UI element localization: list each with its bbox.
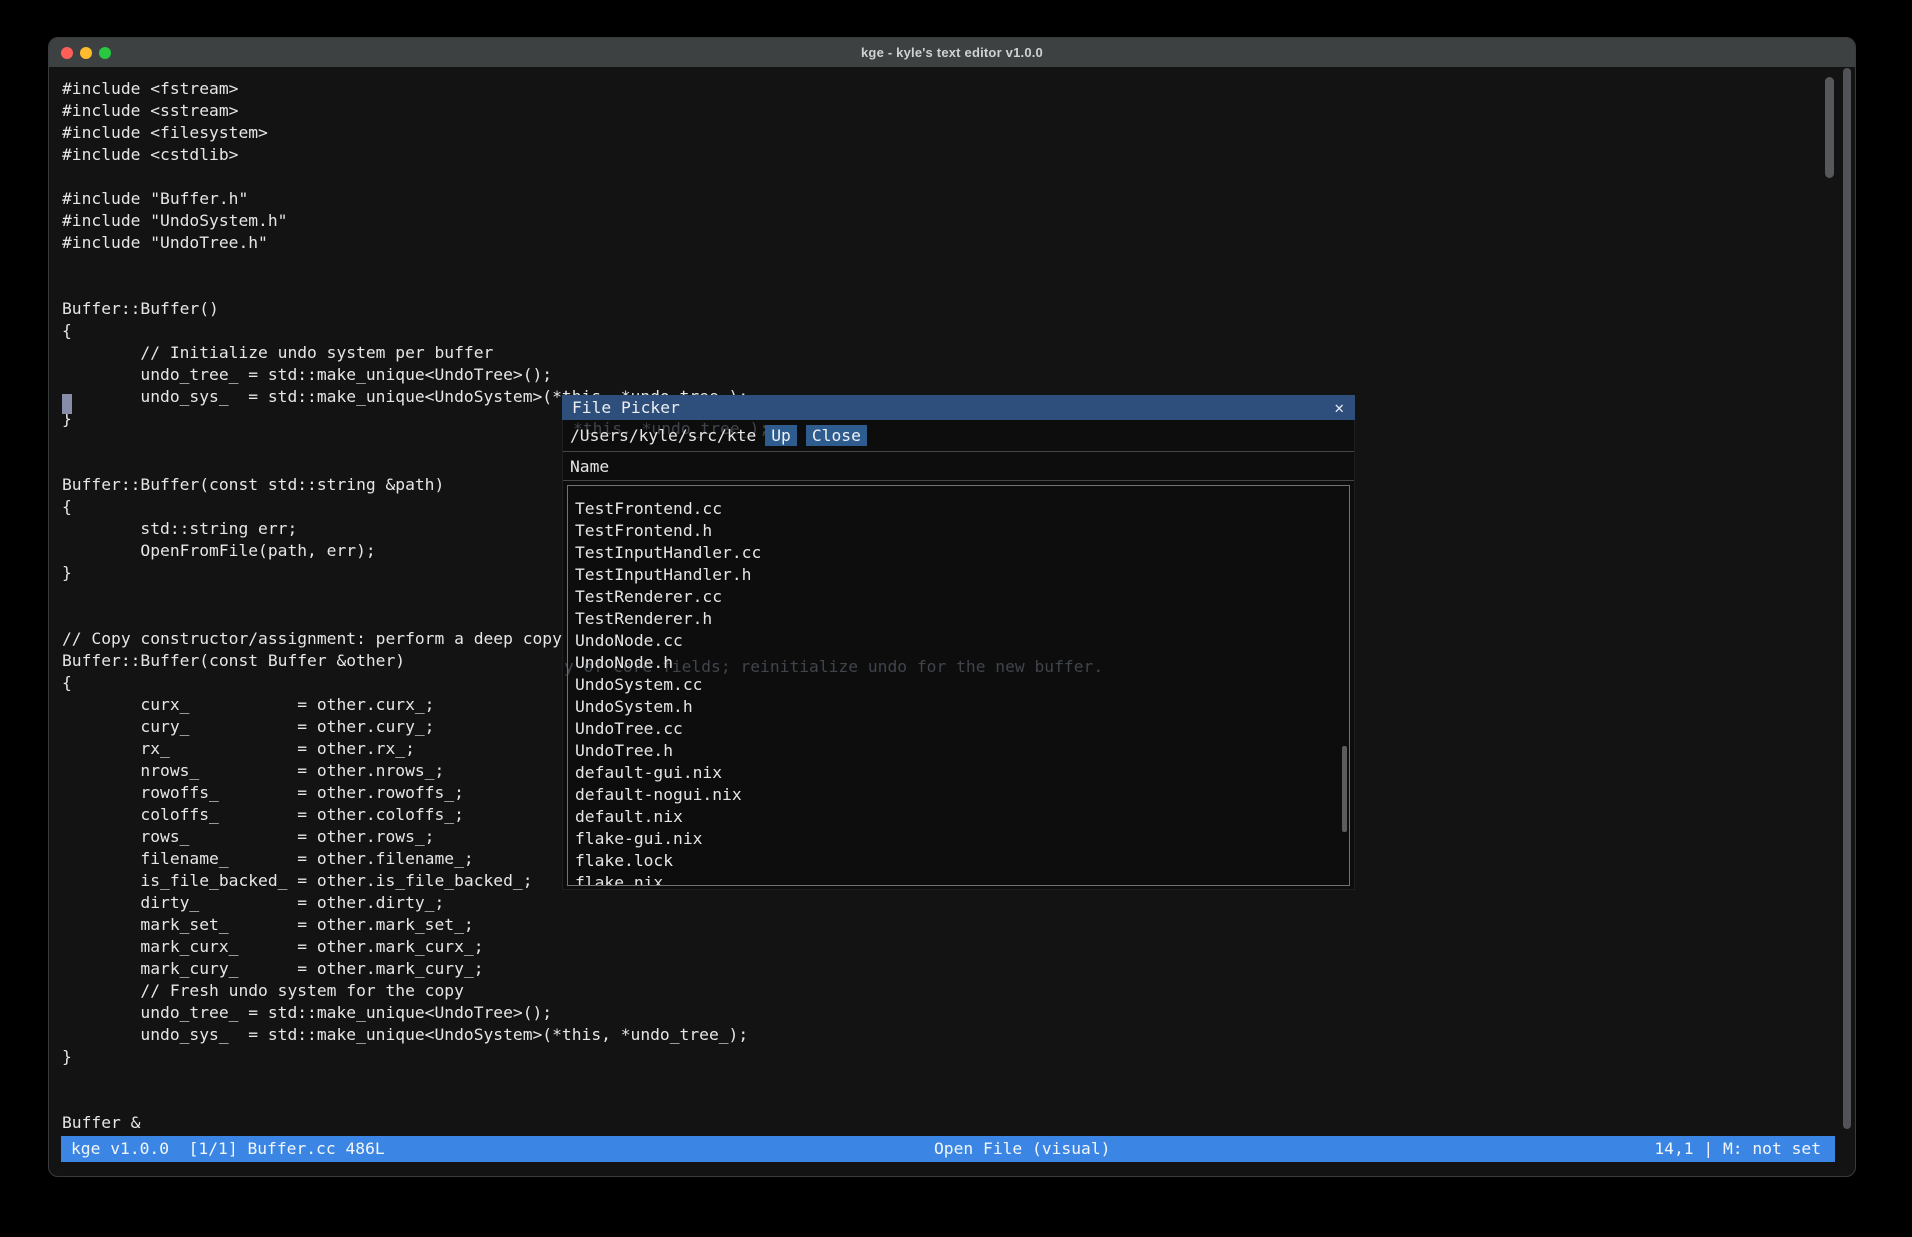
list-item[interactable]: default-nogui.nix — [575, 784, 1349, 806]
path-row: /Users/kyle/src/kte Up Close — [570, 421, 1346, 449]
current-path: /Users/kyle/src/kte — [570, 426, 756, 445]
list-item[interactable]: TestInputHandler.h — [575, 564, 1349, 586]
list-item[interactable]: UndoNode.cc — [575, 630, 1349, 652]
list-item[interactable]: UndoTree.h — [575, 740, 1349, 762]
status-cursor-info: 14,1 | M: not set — [1654, 1136, 1821, 1162]
app-window: kge - kyle's text editor v1.0.0 #include… — [48, 37, 1856, 1177]
close-button[interactable]: Close — [806, 425, 867, 446]
list-item[interactable]: TestFrontend.h — [575, 520, 1349, 542]
list-item[interactable]: TestFrontend.cc — [575, 498, 1349, 520]
traffic-lights — [61, 47, 111, 59]
window-titlebar[interactable]: kge - kyle's text editor v1.0.0 — [49, 38, 1855, 67]
list-item[interactable]: UndoSystem.cc — [575, 674, 1349, 696]
text-cursor — [62, 394, 72, 414]
list-item[interactable]: TestRenderer.h — [575, 608, 1349, 630]
file-list: TestFrontend.ccTestFrontend.hTestInputHa… — [568, 486, 1349, 886]
list-item[interactable]: UndoSystem.h — [575, 696, 1349, 718]
editor-scrollbar-thumb[interactable] — [1825, 77, 1834, 178]
zoom-window-button[interactable] — [99, 47, 111, 59]
divider — [563, 451, 1354, 452]
minimize-window-button[interactable] — [80, 47, 92, 59]
list-item[interactable]: flake.nix — [575, 872, 1349, 886]
list-item[interactable]: TestRenderer.cc — [575, 586, 1349, 608]
status-file-info: kge v1.0.0 [1/1] Buffer.cc 486L — [71, 1136, 385, 1162]
name-column-header: Name — [570, 455, 609, 479]
dialog-title: File Picker — [572, 398, 680, 417]
list-item[interactable]: UndoTree.cc — [575, 718, 1349, 740]
window-title: kge - kyle's text editor v1.0.0 — [861, 45, 1043, 60]
dialog-close-icon[interactable]: ✕ — [1334, 395, 1344, 420]
list-item[interactable]: TestInputHandler.cc — [575, 542, 1349, 564]
window-scrollbar-track[interactable] — [1843, 68, 1851, 1129]
list-item[interactable]: default.nix — [575, 806, 1349, 828]
dialog-titlebar[interactable]: File Picker — [562, 395, 1355, 420]
divider — [563, 480, 1354, 481]
list-item[interactable]: flake-gui.nix — [575, 828, 1349, 850]
up-button[interactable]: Up — [765, 425, 797, 446]
file-listbox: TestFrontend.ccTestFrontend.hTestInputHa… — [567, 485, 1350, 886]
close-window-button[interactable] — [61, 47, 73, 59]
status-bar: kge v1.0.0 [1/1] Buffer.cc 486L Open Fil… — [61, 1136, 1835, 1162]
list-item[interactable]: default-gui.nix — [575, 762, 1349, 784]
list-scrollbar-thumb[interactable] — [1342, 746, 1347, 832]
list-item[interactable]: flake.lock — [575, 850, 1349, 872]
file-picker-dialog: File Picker ✕ *this, *undo_tree_); y of … — [562, 395, 1355, 890]
editor-area: #include <fstream> #include <sstream> #i… — [49, 67, 1855, 1176]
list-item[interactable]: UndoNode.h — [575, 652, 1349, 674]
status-mode: Open File (visual) — [934, 1136, 1110, 1162]
